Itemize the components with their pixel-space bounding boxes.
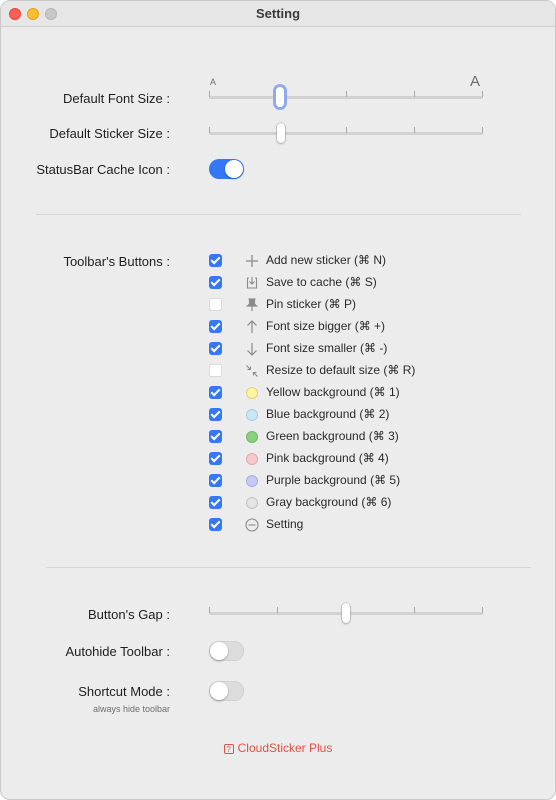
shrink-arrows-icon: [244, 363, 260, 379]
toolbar-buttons-label: Toolbar's Buttons :: [63, 254, 170, 269]
slider-tick: [346, 91, 347, 97]
toolbar-button-label: Yellow background (⌘ 1): [266, 385, 400, 399]
cloudsticker-plus-label: CloudSticker Plus: [237, 741, 333, 755]
slider-tick: [209, 127, 210, 133]
arrow-up-icon: [244, 319, 260, 335]
toolbar-button-label: Setting: [266, 517, 304, 531]
toolbar-button-label: Green background (⌘ 3): [266, 429, 399, 443]
slider-tick: [277, 607, 278, 613]
toolbar-button-label: Pink background (⌘ 4): [266, 451, 389, 465]
toolbar-button-checkbox[interactable]: [209, 496, 222, 509]
circle-minus-icon: [244, 517, 260, 533]
toolbar-button-label: Font size bigger (⌘ +): [266, 319, 386, 333]
large-font-glyph: A: [470, 73, 481, 90]
toolbar-button-label: Add new sticker (⌘ N): [266, 253, 387, 267]
section-divider: [36, 214, 521, 215]
pin-icon: [244, 297, 260, 313]
font-size-slider[interactable]: [209, 87, 483, 107]
slider-tick: [414, 91, 415, 97]
color-swatch-icon: [246, 431, 258, 443]
slider-tick: [414, 127, 415, 133]
slider-tick: [482, 607, 483, 613]
toolbar-button-row: Yellow background (⌘ 1): [209, 384, 509, 402]
toolbar-button-label: Font size smaller (⌘ -): [266, 341, 388, 355]
toolbar-button-label: Resize to default size (⌘ R): [266, 363, 416, 377]
toolbar-button-checkbox[interactable]: [209, 254, 222, 267]
color-swatch-icon: [246, 475, 258, 487]
sticker-size-label: Default Sticker Size :: [49, 126, 170, 141]
button-gap-slider[interactable]: [209, 603, 483, 623]
color-swatch-icon: [246, 387, 258, 399]
plus-icon: [244, 253, 260, 269]
slider-tick: [482, 91, 483, 97]
toolbar-button-row: Setting: [209, 516, 509, 534]
slider-tick: [414, 607, 415, 613]
sticker-size-slider[interactable]: [209, 123, 483, 143]
font-size-label: Default Font Size :: [63, 91, 170, 106]
slider-thumb[interactable]: [342, 603, 350, 623]
toolbar-button-row: Resize to default size (⌘ R): [209, 362, 509, 380]
slider-tick: [482, 127, 483, 133]
statusbar-icon-label: StatusBar Cache Icon :: [36, 162, 170, 177]
toolbar-button-checkbox[interactable]: [209, 364, 222, 377]
settings-window: Setting Default Font Size : A A Default …: [0, 0, 556, 800]
toolbar-button-checkbox[interactable]: [209, 452, 222, 465]
color-swatch-icon: [246, 453, 258, 465]
toolbar-button-checkbox[interactable]: [209, 408, 222, 421]
toolbar-button-label: Blue background (⌘ 2): [266, 407, 390, 421]
button-gap-label: Button's Gap :: [88, 607, 170, 622]
shortcut-mode-hint: always hide toolbar: [92, 704, 170, 714]
toolbar-button-row: Pink background (⌘ 4): [209, 450, 509, 468]
slider-tick: [209, 91, 210, 97]
toolbar-button-row: Font size smaller (⌘ -): [209, 340, 509, 358]
toolbar-button-checkbox[interactable]: [209, 386, 222, 399]
toggle-knob: [210, 682, 228, 700]
small-font-glyph: A: [210, 77, 217, 87]
toolbar-button-row: Font size bigger (⌘ +): [209, 318, 509, 336]
toolbar-button-row: Gray background (⌘ 6): [209, 494, 509, 512]
toolbar-button-label: Save to cache (⌘ S): [266, 275, 377, 289]
toolbar-button-checkbox[interactable]: [209, 518, 222, 531]
section-divider: [46, 567, 531, 568]
toolbar-button-row: Purple background (⌘ 5): [209, 472, 509, 490]
cloudsticker-plus-link[interactable]: ? CloudSticker Plus: [1, 741, 555, 755]
toolbar-button-checkbox[interactable]: [209, 320, 222, 333]
slider-tick: [209, 607, 210, 613]
title-bar: Setting: [1, 1, 555, 27]
download-tray-icon: [244, 275, 260, 291]
arrow-down-icon: [244, 341, 260, 357]
color-swatch-icon: [246, 497, 258, 509]
toolbar-button-row: Green background (⌘ 3): [209, 428, 509, 446]
toolbar-button-checkbox[interactable]: [209, 430, 222, 443]
toggle-knob: [210, 642, 228, 660]
window-title: Setting: [255, 6, 301, 21]
shortcut-mode-label: Shortcut Mode :: [78, 684, 170, 699]
toolbar-button-label: Gray background (⌘ 6): [266, 495, 392, 509]
color-swatch-icon: [246, 409, 258, 421]
toolbar-button-checkbox[interactable]: [209, 474, 222, 487]
toolbar-button-label: Purple background (⌘ 5): [266, 473, 401, 487]
slider-thumb[interactable]: [277, 123, 285, 143]
toggle-knob: [225, 160, 243, 178]
question-badge-icon: ?: [223, 744, 234, 754]
autohide-toolbar-toggle[interactable]: [209, 641, 244, 661]
toolbar-button-checkbox[interactable]: [209, 342, 222, 355]
toolbar-button-label: Pin sticker (⌘ P): [266, 297, 357, 311]
slider-tick: [346, 127, 347, 133]
toolbar-button-row: Blue background (⌘ 2): [209, 406, 509, 424]
statusbar-icon-toggle[interactable]: [209, 159, 244, 179]
toolbar-button-row: Pin sticker (⌘ P): [209, 296, 509, 314]
toolbar-button-row: Add new sticker (⌘ N): [209, 252, 509, 270]
autohide-toolbar-label: Autohide Toolbar :: [65, 644, 170, 659]
toolbar-button-row: Save to cache (⌘ S): [209, 274, 509, 292]
toolbar-button-checkbox[interactable]: [209, 298, 222, 311]
shortcut-mode-toggle[interactable]: [209, 681, 244, 701]
toolbar-button-checkbox[interactable]: [209, 276, 222, 289]
slider-thumb[interactable]: [276, 87, 284, 107]
